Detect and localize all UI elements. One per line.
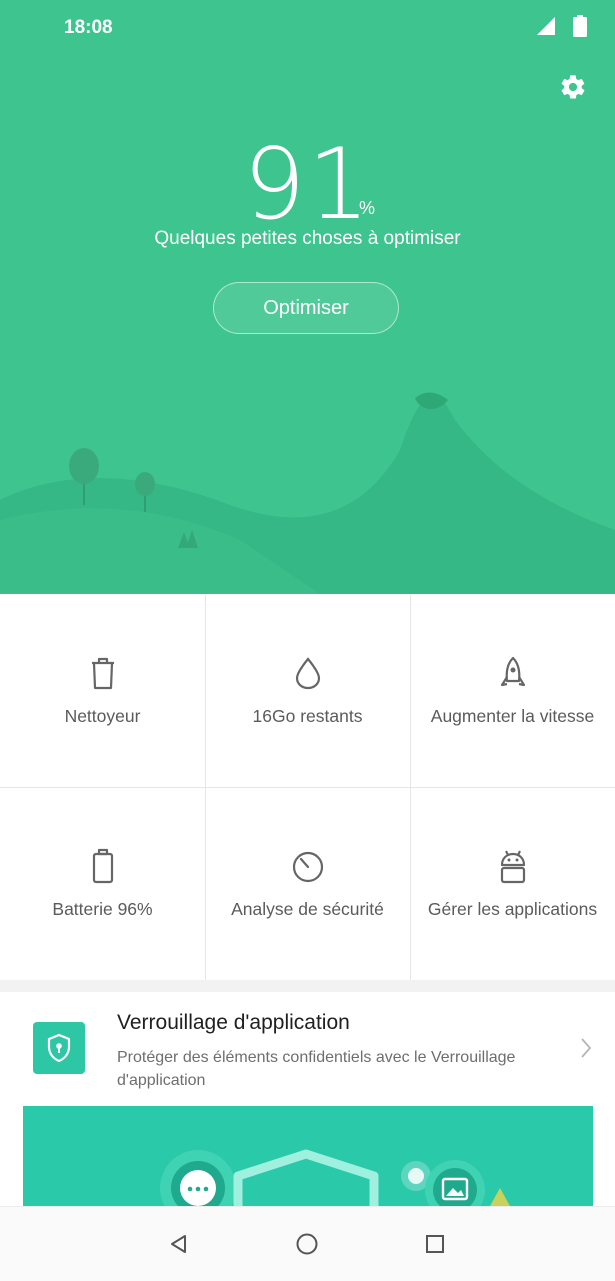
card-description: Protéger des éléments confidentiels avec…	[117, 1049, 516, 1089]
shield-lock-icon	[33, 1022, 85, 1074]
gear-icon[interactable]	[559, 73, 587, 101]
status-icons	[535, 14, 589, 38]
card-title: Verrouillage d'application	[117, 1011, 350, 1034]
recents-icon[interactable]	[423, 1232, 447, 1256]
trash-icon	[91, 657, 114, 690]
android-icon	[500, 850, 525, 884]
score-unit: %	[359, 198, 376, 218]
app-lock-card[interactable]: Verrouillage d'application Protéger des …	[0, 992, 615, 1206]
status-time: 18:08	[64, 17, 113, 38]
hero-section: 18:08 91 % Quelques petites choses à opt…	[0, 0, 615, 594]
score-message: Quelques petites choses à optimiser	[154, 228, 461, 249]
app-lock-banner-illustration	[23, 1106, 593, 1206]
tool-label: Analyse de sécurité	[231, 899, 384, 919]
home-icon[interactable]	[295, 1232, 319, 1256]
tools-grid: Nettoyeur 16Go restants Augmenter la vit…	[0, 594, 615, 980]
battery-icon	[573, 15, 587, 37]
section-separator	[0, 980, 615, 992]
optimize-button[interactable]: Optimiser	[213, 282, 399, 334]
score-value: 91	[243, 128, 372, 242]
health-score: 91 %	[0, 128, 615, 242]
tool-manage-apps[interactable]: Gérer les applications	[410, 787, 615, 980]
tool-speed-boost[interactable]: Augmenter la vitesse	[410, 594, 615, 787]
back-icon[interactable]	[167, 1232, 191, 1256]
tool-battery[interactable]: Batterie 96%	[0, 787, 205, 980]
grid-divider	[0, 787, 615, 788]
tool-storage[interactable]: 16Go restants	[205, 594, 410, 787]
tool-label: Nettoyeur	[64, 706, 141, 726]
signal-icon	[537, 17, 555, 35]
rocket-icon	[500, 656, 525, 687]
tool-label: Gérer les applications	[427, 899, 598, 919]
tool-label: Augmenter la vitesse	[430, 706, 595, 726]
tool-label: 16Go restants	[252, 706, 363, 726]
tool-security-scan[interactable]: Analyse de sécurité	[205, 787, 410, 980]
chevron-right-icon	[581, 1038, 592, 1058]
tool-cleaner[interactable]: Nettoyeur	[0, 594, 205, 787]
battery-outline-icon	[92, 848, 113, 884]
timer-icon	[292, 851, 323, 883]
navigation-bar	[0, 1206, 615, 1281]
drop-icon	[295, 657, 320, 690]
tool-label: Batterie 96%	[52, 899, 153, 919]
